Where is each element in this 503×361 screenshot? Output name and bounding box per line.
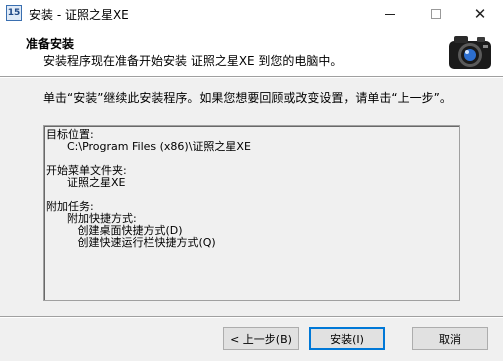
wizard-header: 准备安装 安装程序现在准备开始安装 证照之星XE 到您的电脑中。 <box>0 28 503 76</box>
close-icon: ✕ <box>473 4 487 23</box>
close-button[interactable]: ✕ <box>457 0 503 28</box>
summary-line: 创建快速运行栏快捷方式(Q) <box>46 236 216 249</box>
footer-separator <box>0 316 503 318</box>
maximize-button[interactable] <box>413 0 459 28</box>
summary-line: 证照之星XE <box>46 176 126 189</box>
intro-text: 单击“安装”继续此安装程序。如果您想要回顾或改变设置，请单击“上一步”。 <box>43 91 452 105</box>
back-button[interactable]: < 上一步(B) <box>223 327 299 350</box>
install-button[interactable]: 安装(I) <box>309 327 385 350</box>
summary-line: C:\Program Files (x86)\证照之星XE <box>46 140 251 153</box>
maximize-icon <box>431 9 441 19</box>
minimize-button[interactable] <box>367 0 413 28</box>
cancel-button[interactable]: 取消 <box>412 327 488 350</box>
camera-icon <box>449 36 491 69</box>
wizard-content: 单击“安装”继续此安装程序。如果您想要回顾或改变设置，请单击“上一步”。 目标位… <box>0 78 503 316</box>
summary-memo[interactable]: 目标位置: C:\Program Files (x86)\证照之星XE 开始菜单… <box>43 125 460 301</box>
page-title: 准备安装 <box>26 37 75 51</box>
title-bar: 15 安装 - 证照之星XE ✕ <box>0 0 503 28</box>
app-icon: 15 <box>6 5 22 21</box>
window-title: 安装 - 证照之星XE <box>29 8 129 22</box>
summary-blank-line <box>46 189 459 201</box>
page-subtitle: 安装程序现在准备开始安装 证照之星XE 到您的电脑中。 <box>43 54 343 68</box>
minimize-icon <box>385 13 395 15</box>
